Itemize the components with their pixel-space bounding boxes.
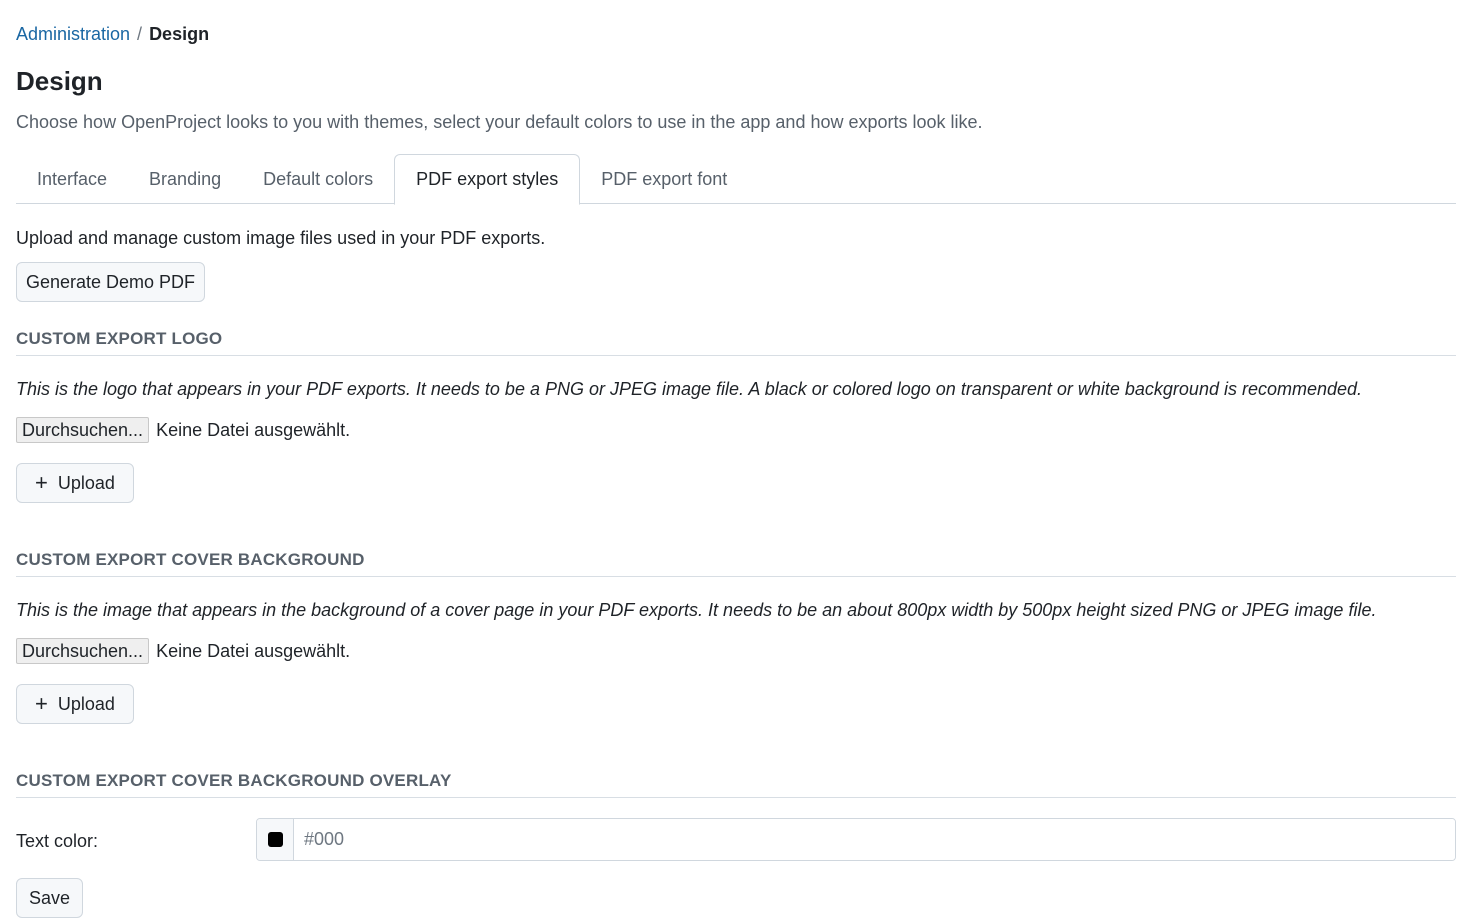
color-swatch-icon [267, 832, 283, 847]
cover-section-description: This is the image that appears in the ba… [16, 600, 1377, 620]
tab-pdf-export-styles[interactable]: PDF export styles [394, 154, 581, 205]
tab-default-colors[interactable]: Default colors [242, 154, 394, 204]
text-color-label: Text color: [16, 831, 99, 851]
logo-upload-button[interactable]: + Upload [16, 463, 134, 503]
cover-file-status: Keine Datei ausgewählt. [156, 640, 351, 661]
section-intro: Upload and manage custom image files use… [16, 228, 546, 248]
logo-file-status: Keine Datei ausgewählt. [156, 419, 351, 440]
color-swatch-button[interactable] [257, 819, 294, 860]
logo-file-input: Durchsuchen... Keine Datei ausgewählt. [16, 417, 350, 443]
breadcrumb-current: Design [149, 24, 210, 44]
logo-browse-button[interactable]: Durchsuchen... [16, 417, 150, 443]
tab-branding[interactable]: Branding [128, 154, 242, 204]
cover-upload-button[interactable]: + Upload [16, 684, 134, 724]
breadcrumb-separator: / [137, 24, 143, 44]
tab-bar: Interface Branding Default colors PDF ex… [16, 154, 1456, 205]
page-title: Design [16, 64, 103, 98]
cover-file-input: Durchsuchen... Keine Datei ausgewählt. [16, 638, 350, 664]
logo-section-description: This is the logo that appears in your PD… [16, 379, 1363, 399]
generate-demo-pdf-button[interactable]: Generate Demo PDF [16, 262, 205, 302]
save-button[interactable]: Save [16, 878, 83, 918]
text-color-field [256, 818, 1456, 861]
plus-icon: + [35, 691, 48, 716]
tab-pdf-export-font[interactable]: PDF export font [580, 154, 748, 204]
cover-section-title: CUSTOM EXPORT COVER BACKGROUND [16, 549, 1456, 577]
plus-icon: + [35, 470, 48, 495]
cover-upload-label: Upload [57, 693, 115, 714]
page-description: Choose how OpenProject looks to you with… [16, 112, 983, 132]
text-color-input[interactable] [294, 819, 1455, 860]
breadcrumb-administration-link[interactable]: Administration [16, 24, 130, 44]
logo-section-title: CUSTOM EXPORT LOGO [16, 328, 1456, 356]
cover-browse-button[interactable]: Durchsuchen... [16, 638, 150, 664]
breadcrumb: Administration / Design [16, 22, 209, 46]
logo-upload-label: Upload [57, 472, 115, 493]
tab-interface[interactable]: Interface [16, 154, 128, 204]
page-title-text: Design [16, 66, 103, 96]
overlay-section-title: CUSTOM EXPORT COVER BACKGROUND OVERLAY [16, 770, 1456, 798]
